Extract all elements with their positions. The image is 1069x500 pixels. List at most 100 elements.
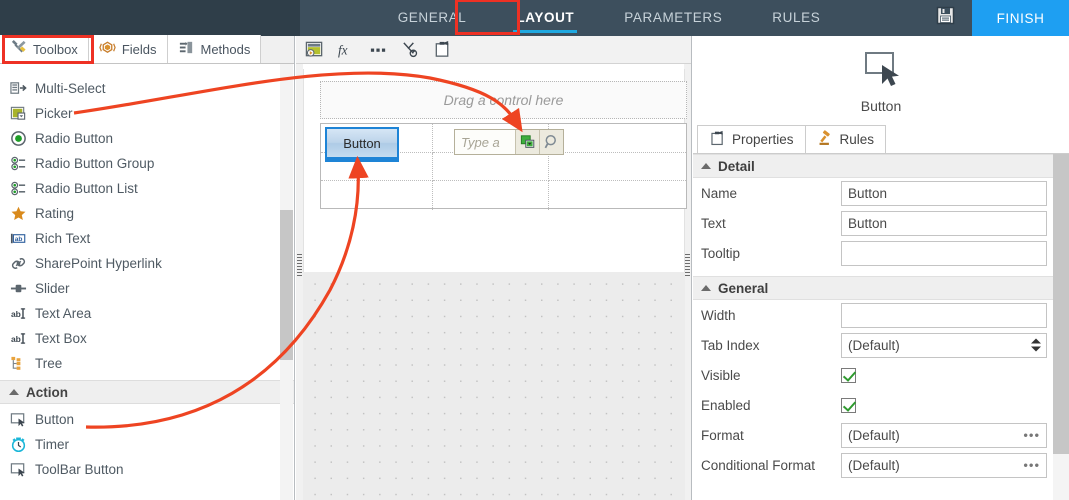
- svg-text:fx: fx: [337, 42, 347, 57]
- tab-properties-label: Properties: [732, 132, 794, 147]
- picker-search-icon[interactable]: [539, 130, 563, 154]
- toolbox-item-label: Radio Button: [35, 131, 114, 146]
- save-button[interactable]: [918, 0, 972, 36]
- picker-icon: [9, 105, 27, 123]
- visible-checkbox[interactable]: [841, 367, 856, 383]
- property-row-conditional-format: Conditional Format (Default) •••: [693, 450, 1069, 480]
- toolbox-item-label: Button: [35, 412, 75, 427]
- tab-properties[interactable]: Properties: [697, 125, 806, 153]
- canvas-dot-grid[interactable]: [303, 272, 685, 500]
- radio-button-list-icon: [9, 180, 27, 198]
- width-field[interactable]: [841, 302, 1047, 328]
- star-icon: [9, 205, 27, 223]
- ellipsis-icon[interactable]: •••: [1023, 428, 1040, 443]
- section-header-detail-label: Detail: [718, 158, 755, 174]
- toolbox-item-label: ToolBar Button: [35, 462, 124, 477]
- top-nav: GENERAL LAYOUT PARAMETERS RULES: [300, 0, 918, 36]
- tooltip-field[interactable]: [841, 240, 1047, 266]
- property-label: Enabled: [701, 397, 751, 413]
- cut-refresh-icon[interactable]: [400, 40, 420, 60]
- view-image-icon[interactable]: [304, 40, 324, 60]
- toolbox-item-timer[interactable]: Timer: [0, 432, 294, 457]
- property-label: Format: [701, 427, 744, 443]
- format-field[interactable]: (Default) •••: [841, 422, 1047, 448]
- selected-control-header: Button: [693, 36, 1069, 126]
- spinner-arrows-icon[interactable]: [1031, 338, 1041, 352]
- properties-scrollbar-track[interactable]: [1053, 154, 1069, 500]
- name-field[interactable]: Button: [841, 180, 1047, 206]
- toolbox-item-multi-select[interactable]: Multi-Select: [0, 76, 294, 101]
- toolbox-item-text-area[interactable]: ab Text Area: [0, 301, 294, 326]
- tab-index-value: (Default): [848, 337, 900, 353]
- toolbox-group-action[interactable]: Action: [0, 380, 294, 404]
- tab-rules-label: Rules: [839, 132, 875, 147]
- toolbox-item-toolbar-button[interactable]: ToolBar Button: [0, 457, 294, 482]
- toolbox-scrollbar-thumb[interactable]: [280, 210, 293, 360]
- section-header-detail[interactable]: Detail: [693, 154, 1069, 178]
- toolbox-item-radio-button-list[interactable]: Radio Button List: [0, 176, 294, 201]
- slider-icon: [9, 280, 27, 298]
- property-label: Conditional Format: [701, 457, 816, 473]
- canvas-left-grip[interactable]: [297, 254, 302, 276]
- chevron-up-icon: [701, 163, 711, 169]
- tab-methods-label: Methods: [200, 41, 251, 57]
- properties-scrollbar-thumb[interactable]: [1053, 154, 1069, 454]
- picker-select-icon[interactable]: [515, 130, 539, 154]
- property-label: Visible: [701, 367, 741, 383]
- chevron-up-icon: [9, 389, 19, 395]
- top-bar: GENERAL LAYOUT PARAMETERS RULES FINISH: [0, 0, 1069, 36]
- function-fx-icon[interactable]: fx: [336, 40, 356, 60]
- tab-index-field[interactable]: (Default): [841, 332, 1047, 358]
- toolbox-item-text-box[interactable]: ab Text Box: [0, 326, 294, 351]
- enabled-checkbox[interactable]: [841, 397, 856, 413]
- toolbox-item-tree[interactable]: Tree: [0, 351, 294, 376]
- tab-rules[interactable]: RULES: [768, 2, 824, 34]
- tab-parameters[interactable]: PARAMETERS: [620, 2, 726, 34]
- finish-button[interactable]: FINISH: [972, 0, 1069, 36]
- drop-zone[interactable]: Drag a control here: [320, 81, 687, 119]
- design-canvas[interactable]: Drag a control here Button Type a: [296, 64, 691, 500]
- toolbox-item-button[interactable]: Button: [0, 407, 294, 432]
- text-field[interactable]: Button: [841, 210, 1047, 236]
- tab-toolbox[interactable]: Toolbox: [0, 35, 89, 63]
- tab-general[interactable]: GENERAL: [394, 2, 471, 34]
- grid-cell[interactable]: [549, 124, 686, 153]
- grid-cell[interactable]: [549, 153, 686, 182]
- toolbox-item-sharepoint-hyperlink[interactable]: SharePoint Hyperlink: [0, 251, 294, 276]
- tab-methods[interactable]: Methods: [167, 35, 262, 63]
- toolbox-item-rich-text[interactable]: ab Rich Text: [0, 226, 294, 251]
- button-icon: [858, 49, 904, 94]
- toolbox-item-radio-button-group[interactable]: Radio Button Group: [0, 151, 294, 176]
- chevron-up-icon: [701, 285, 711, 291]
- tab-fields[interactable]: Fields: [88, 35, 168, 63]
- toolbox-item-label: Picker: [35, 106, 73, 121]
- properties-clipboard-icon[interactable]: [432, 40, 452, 60]
- tab-rules[interactable]: Rules: [804, 125, 887, 153]
- ellipsis-icon[interactable]: [368, 40, 388, 60]
- picker-input[interactable]: Type a: [455, 130, 515, 154]
- canvas-button-control[interactable]: Button: [325, 127, 399, 162]
- toolbox-item-rating[interactable]: Rating: [0, 201, 294, 226]
- toolbox-item-radio-button[interactable]: Radio Button: [0, 126, 294, 151]
- grid-cell[interactable]: [549, 181, 686, 210]
- canvas-picker-control[interactable]: Type a: [454, 129, 564, 155]
- property-label: Text: [701, 215, 726, 231]
- section-header-general[interactable]: General: [693, 276, 1069, 300]
- grid-cell[interactable]: [433, 181, 549, 210]
- tab-layout[interactable]: LAYOUT: [512, 2, 578, 34]
- format-value: (Default): [848, 427, 900, 443]
- toolbox-item-slider[interactable]: Slider: [0, 276, 294, 301]
- grid-cell[interactable]: [321, 181, 433, 210]
- ellipsis-icon[interactable]: •••: [1023, 458, 1040, 473]
- table-row: [321, 181, 686, 210]
- toolbox-group-action-label: Action: [26, 384, 68, 400]
- conditional-format-field[interactable]: (Default) •••: [841, 452, 1047, 478]
- toolbox-item-label: Tree: [35, 356, 63, 371]
- grid-cell[interactable]: [433, 152, 549, 182]
- property-row-tooltip: Tooltip: [693, 238, 1069, 268]
- canvas-right-grip[interactable]: [685, 254, 690, 276]
- toolbox-item-picker[interactable]: Picker: [0, 101, 294, 126]
- property-label: Tab Index: [701, 337, 760, 353]
- toolbox-item-label: Text Area: [35, 306, 92, 321]
- tab-fields-label: Fields: [121, 41, 157, 57]
